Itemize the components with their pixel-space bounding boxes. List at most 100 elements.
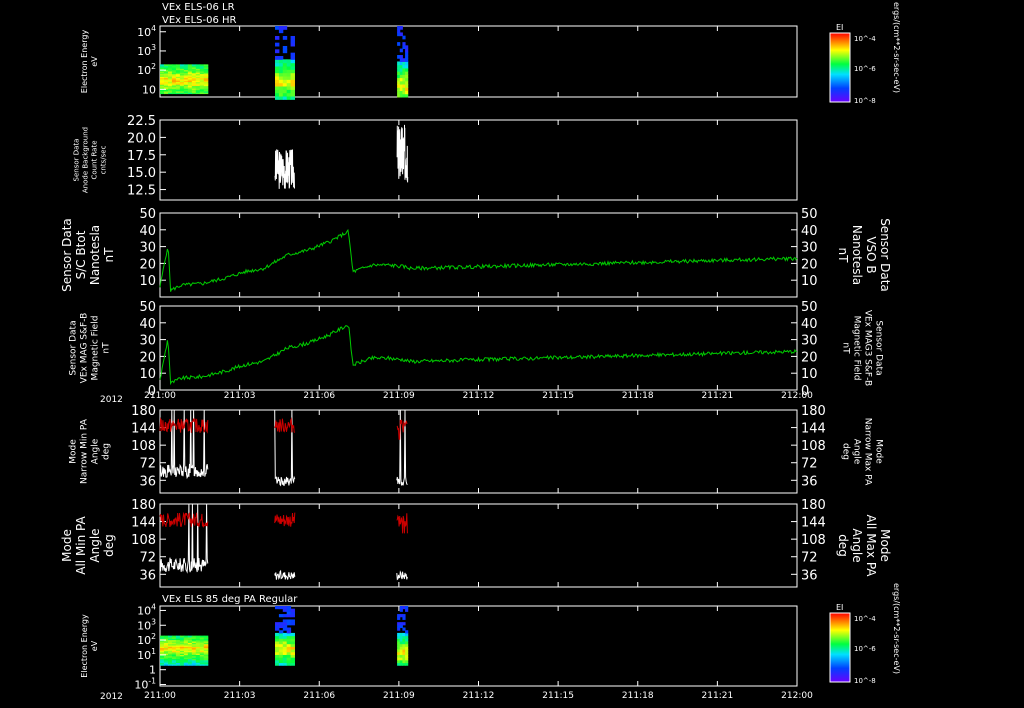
panel2-ylabel-line2: Anode Background bbox=[82, 127, 90, 193]
panel1-block3-cell bbox=[405, 64, 409, 69]
panel1-block3-cell bbox=[402, 35, 406, 40]
panel6-series-2-seg3 bbox=[396, 513, 408, 534]
panel7-block2-cell bbox=[282, 605, 288, 610]
panel1-block2-cell bbox=[275, 49, 280, 54]
panel1-block2-cell bbox=[275, 62, 280, 67]
panel1-block3-cell bbox=[405, 55, 409, 59]
panel1-block2-cell bbox=[286, 66, 292, 70]
units-label-bottom: ergs/(cm**2-sr-sec-eV) bbox=[892, 583, 901, 674]
colorbar-top-gradient bbox=[829, 32, 851, 103]
panel7-block1-cell bbox=[171, 635, 177, 638]
panel-6-frame bbox=[159, 503, 798, 588]
panel3-ylabel-right-line4: nT bbox=[836, 248, 850, 264]
panel1-block1-cell bbox=[171, 64, 177, 67]
panel7-block2-cell bbox=[282, 614, 288, 618]
panel4-ytick-label-right: 0 bbox=[801, 384, 809, 399]
panel1-block2-cell bbox=[290, 42, 295, 47]
panel1-block3-cell bbox=[402, 42, 406, 46]
panel1-ytick-label: 104 bbox=[137, 24, 156, 39]
panel5-series-1-seg1 bbox=[159, 409, 209, 480]
panel2-ytick-label: 15.0 bbox=[127, 166, 156, 181]
panel1-block2-cell bbox=[275, 76, 280, 80]
panel4-ytick-label-right: 50 bbox=[801, 300, 818, 315]
panel7-ytick-label: 102 bbox=[137, 632, 156, 647]
panel1-block2-cell bbox=[278, 59, 284, 64]
panel7-block1-cell bbox=[179, 635, 185, 638]
panel1-block2-cell bbox=[278, 72, 284, 77]
colorbar-bottom-tick-2: 10^-6 bbox=[854, 645, 876, 653]
panel2-series-2 bbox=[396, 124, 409, 183]
panel1-block2-cell bbox=[286, 69, 292, 74]
panel1-block2-cell bbox=[282, 96, 288, 100]
panel1-block1-cell bbox=[199, 64, 205, 67]
panel1-block3-cell bbox=[405, 77, 409, 82]
panel4-ylabel-right-line4: nT bbox=[841, 342, 851, 354]
panel5-ylabel-right-line1: Mode bbox=[874, 439, 884, 464]
panel5-ytick-label: 108 bbox=[131, 439, 156, 454]
panel1-block3-cell bbox=[399, 25, 403, 30]
panel1-block2-cell bbox=[278, 29, 284, 34]
panel6-ylabel-right-line4: deg bbox=[836, 534, 850, 557]
panel5-ytick-label: 144 bbox=[131, 422, 156, 437]
panel1-block2-cell bbox=[282, 89, 288, 94]
panel1-block2-cell bbox=[282, 92, 288, 97]
panel4-ytick-label: 0 bbox=[148, 384, 156, 399]
panel3-ylabel-line3: Nanotesla bbox=[88, 225, 102, 285]
panel1-block2-cell bbox=[275, 42, 280, 47]
panel1-block2-cell bbox=[290, 86, 295, 90]
panel1-block2-cell bbox=[275, 59, 280, 64]
panel1-block2-cell bbox=[282, 86, 288, 90]
panel7-ytick-label: 104 bbox=[137, 602, 156, 617]
panel4-ylabel-line2: VEx MAG S&F-B bbox=[80, 313, 90, 384]
colorbar-bottom-tick-3: 10^-8 bbox=[854, 677, 876, 685]
panel5-ytick-label-right: 108 bbox=[801, 439, 826, 454]
colorbar-top-tick-2: 10^-6 bbox=[854, 65, 876, 73]
panel4-ytick-label-right: 30 bbox=[801, 334, 818, 349]
panel1-block2-cell bbox=[282, 66, 288, 70]
panel1-block2-cell bbox=[290, 35, 295, 40]
panel4-ytick-label: 50 bbox=[139, 300, 156, 315]
panel1-block2-cell bbox=[278, 89, 284, 94]
panel5-series-2-seg2 bbox=[274, 417, 296, 433]
panel6-ylabel-line1: Mode bbox=[60, 529, 74, 562]
panel1-block2-cell bbox=[282, 79, 288, 84]
panel7-block2-cell bbox=[278, 630, 284, 634]
panel1-block2-cell bbox=[275, 72, 280, 77]
panel1-block2-cell bbox=[275, 35, 280, 40]
colorbar-bottom-label: EI bbox=[836, 603, 843, 612]
panel1-block2-cell bbox=[278, 79, 284, 84]
panel1-block2-cell bbox=[290, 89, 295, 94]
panel1-block2-cell bbox=[275, 89, 280, 94]
panel1-block3-cell bbox=[399, 32, 403, 37]
panel3-ytick-label: 30 bbox=[139, 241, 156, 256]
panel3-ytick-label-right: 50 bbox=[801, 207, 818, 222]
panel3-ytick-label: 20 bbox=[139, 257, 156, 272]
panel1-block1-cell bbox=[183, 64, 189, 67]
xaxis-tick-label: 211:03 bbox=[224, 391, 256, 401]
panel6-ytick-label: 180 bbox=[131, 498, 156, 513]
panel1-block2-cell bbox=[286, 59, 292, 64]
panel1-block2-cell bbox=[275, 69, 280, 74]
panel1-block2-cell bbox=[278, 55, 284, 60]
panel-3-frame bbox=[159, 212, 798, 298]
panel6-ytick-label-right: 36 bbox=[801, 568, 818, 583]
panel-1-frame bbox=[159, 25, 798, 98]
panel7-ylabel-line1: Electron Energy bbox=[80, 614, 89, 678]
panel1-block2-cell bbox=[286, 82, 292, 87]
panel1-block2-cell bbox=[275, 55, 280, 60]
panel2-series-1 bbox=[274, 149, 295, 189]
panel1-block2-cell bbox=[286, 76, 292, 80]
panel1-block2-cell bbox=[275, 82, 280, 87]
panel1-block2-cell bbox=[282, 82, 288, 87]
panel3-ylabel-line2: S/C Btot bbox=[74, 230, 88, 279]
panel7-block2-cell bbox=[286, 619, 292, 623]
panel1-block1-cell bbox=[175, 64, 181, 67]
panel6-ytick-label-right: 72 bbox=[801, 551, 818, 566]
panel-4-frame bbox=[159, 305, 798, 391]
panel1-block3-cell bbox=[397, 42, 401, 46]
panel1-block2-cell bbox=[278, 92, 284, 97]
panel7-block1-cell bbox=[191, 635, 197, 638]
panel5-ylabel-line4: deg bbox=[102, 443, 112, 460]
colorbar-top: EI 10^-4 10^-6 10^-8 bbox=[829, 23, 876, 105]
panel1-block1-cell bbox=[191, 64, 197, 67]
